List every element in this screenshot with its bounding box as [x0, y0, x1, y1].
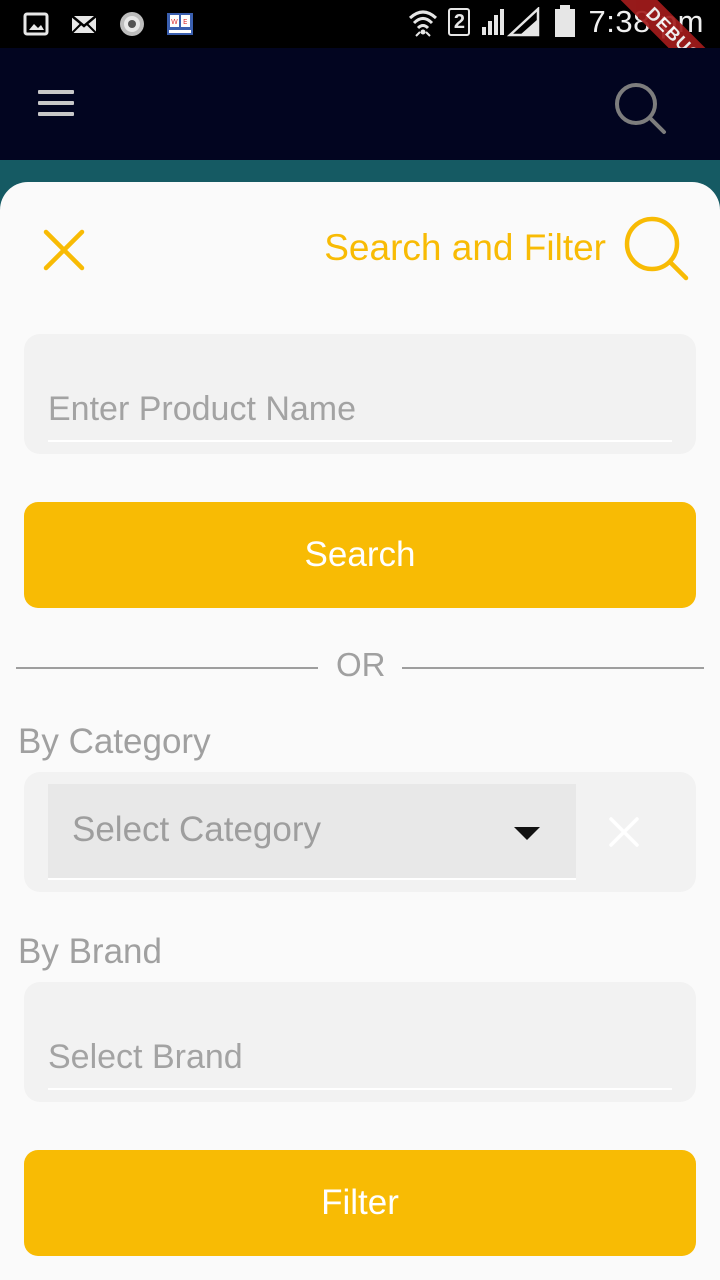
- divider-line: [402, 667, 704, 669]
- brand-label: By Brand: [18, 932, 162, 971]
- search-filter-sheet: Search and Filter Search OR By Category …: [0, 182, 720, 1280]
- image-icon: [23, 12, 49, 36]
- mail-icon: [71, 15, 97, 34]
- svg-text:W: W: [171, 18, 178, 26]
- or-divider: OR: [16, 646, 704, 686]
- settings-badge-icon: [120, 12, 144, 36]
- app-bar: [0, 48, 720, 160]
- category-dropdown[interactable]: Select Category: [48, 784, 576, 880]
- sheet-title: Search and Filter: [324, 227, 606, 268]
- category-label: By Category: [18, 722, 211, 761]
- product-name-field: [24, 334, 696, 454]
- close-icon[interactable]: [40, 226, 88, 274]
- wifi-icon: [409, 10, 438, 37]
- category-field: Select Category: [24, 772, 696, 892]
- menu-icon[interactable]: [38, 90, 74, 116]
- brand-field: [24, 982, 696, 1102]
- signal-icon: [482, 7, 540, 37]
- category-dropdown-value: Select Category: [72, 810, 322, 849]
- sim-icon: 2: [448, 8, 471, 36]
- or-text: OR: [336, 646, 386, 683]
- status-bar: W E 2 7:38 pm DEBUG: [0, 0, 720, 101]
- brand-input[interactable]: [48, 1026, 672, 1090]
- dictionary-app-icon: W E: [167, 13, 193, 35]
- search-icon: [624, 216, 689, 281]
- dropdown-arrow-icon: [514, 827, 540, 840]
- clear-icon[interactable]: [608, 816, 640, 848]
- battery-icon: [555, 5, 576, 37]
- filter-button[interactable]: Filter: [24, 1150, 696, 1256]
- search-button[interactable]: Search: [24, 502, 696, 608]
- product-name-input[interactable]: [48, 378, 672, 442]
- divider-line: [16, 667, 318, 669]
- svg-text:E: E: [183, 18, 187, 26]
- search-icon[interactable]: [612, 80, 668, 136]
